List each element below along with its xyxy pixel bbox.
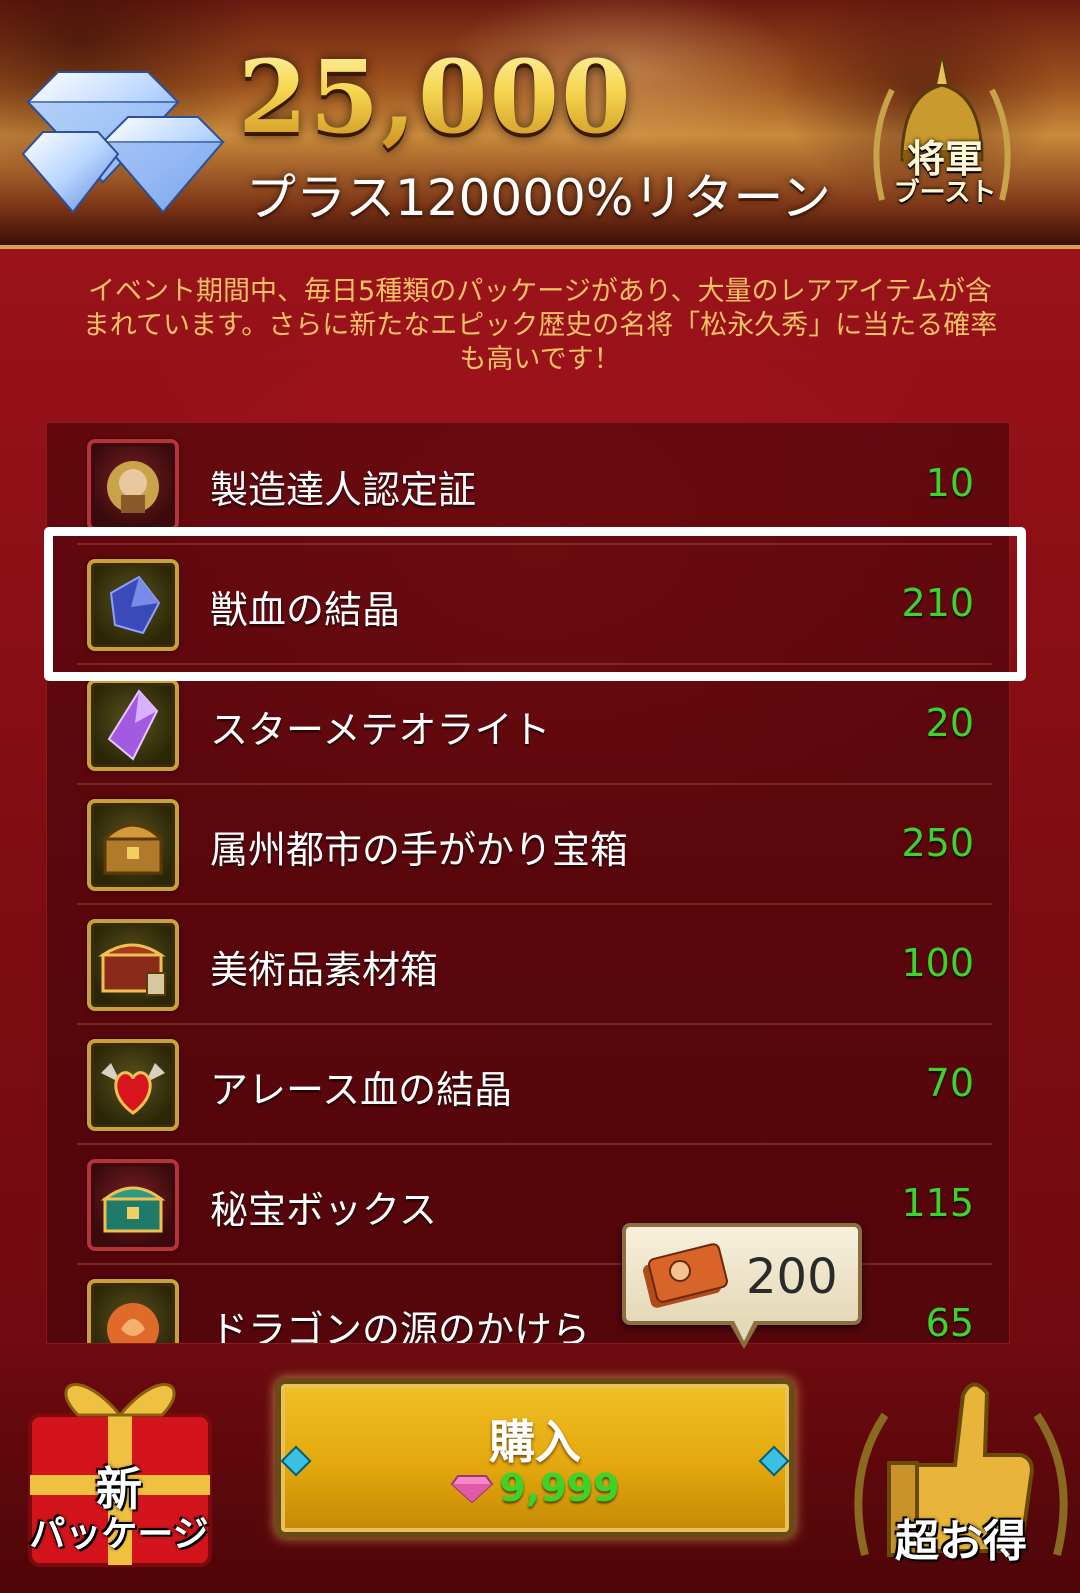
item-quantity: 100 (901, 941, 974, 985)
list-item: 属州都市の手がかり宝箱 250 (77, 783, 992, 905)
list-item: 美術品素材箱 100 (77, 903, 992, 1025)
event-description: イベント期間中、毎日5種類のパッケージがあり、大量のレアアイテムが含まれています… (82, 276, 998, 375)
buy-button[interactable]: 購入 9,999 (275, 1378, 795, 1538)
diamond-amount: 25,000 (238, 38, 633, 156)
item-name: 美術品素材箱 (210, 948, 439, 992)
return-percentage-text: プラス120000%リターン (246, 169, 831, 227)
item-name: アレース血の結晶 (210, 1068, 513, 1112)
item-quantity: 65 (925, 1301, 974, 1344)
item-quantity: 10 (925, 461, 974, 505)
list-item: スターメテオライト 20 (77, 663, 992, 785)
art-material-box-icon (87, 919, 179, 1011)
item-name: 属州都市の手がかり宝箱 (210, 828, 629, 872)
item-name: 製造達人認定証 (210, 468, 477, 512)
general-boost-badge[interactable]: 将軍 ブースト (870, 136, 1020, 209)
dragon-source-fragment-icon (87, 1279, 179, 1343)
great-deal-label: 超お得 (895, 1516, 1027, 1567)
price-amount: 9,999 (499, 1466, 620, 1510)
ares-blood-crystal-icon (87, 1039, 179, 1131)
item-quantity: 115 (901, 1181, 974, 1225)
ticket-tooltip: 200 (622, 1223, 862, 1325)
list-item: アレース血の結晶 70 (77, 1023, 992, 1145)
pink-gem-icon (450, 1475, 494, 1504)
buy-label: 購入 (489, 1415, 581, 1469)
highlight-frame (44, 527, 1026, 681)
item-quantity: 250 (901, 821, 974, 865)
ticket-icon (643, 1243, 728, 1308)
tooltip-pointer-inner (733, 1319, 755, 1341)
new-package-button[interactable]: 新 パッケージ (8, 1355, 230, 1585)
secret-treasure-box-icon (87, 1159, 179, 1251)
item-name: ドラゴンの源のかけら (210, 1308, 591, 1344)
item-quantity: 70 (925, 1061, 974, 1105)
header-banner: 25,000 プラス120000%リターン 将軍 ブースト (0, 0, 1080, 249)
great-deal-button[interactable]: 超お得 (845, 1355, 1077, 1585)
ticket-amount: 200 (746, 1249, 838, 1305)
boost-label-top: 将軍 (906, 136, 983, 181)
diamond-icon (21, 71, 226, 214)
item-name: スターメテオライト (210, 708, 551, 752)
new-package-label-bottom: パッケージ (29, 1514, 209, 1555)
item-quantity: 20 (925, 701, 974, 745)
boost-label-bottom: ブースト (893, 178, 997, 208)
star-meteorite-icon (87, 679, 179, 771)
item-name: 秘宝ボックス (210, 1188, 437, 1232)
price-row: 9,999 (281, 1466, 789, 1510)
artisan-certificate-icon (87, 439, 179, 531)
treasure-chest-icon (87, 799, 179, 891)
